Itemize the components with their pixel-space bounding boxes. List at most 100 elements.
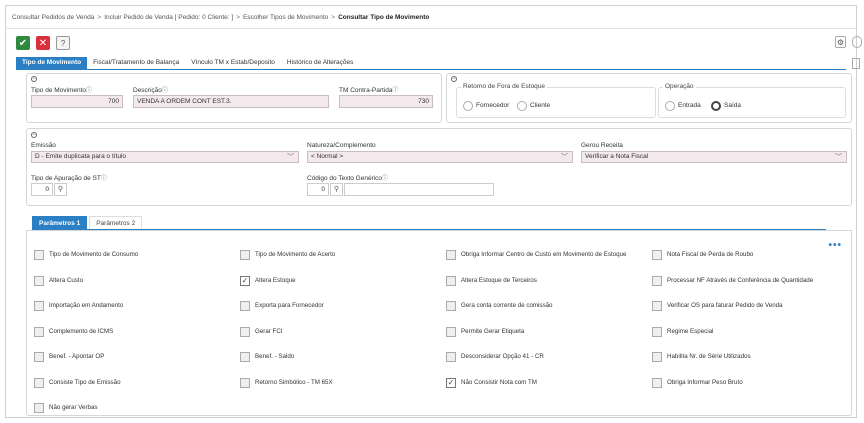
checkbox[interactable]: ✓ <box>240 275 250 286</box>
breadcrumb-current: Consultar Tipo de Movimento <box>338 14 430 21</box>
retorno-operacao-panel: − Retorno de Fora de Estoque Fornecedor … <box>446 73 852 123</box>
checkbox-label: Permite Gerar Etiqueta <box>461 327 525 335</box>
checkbox-label: Complemento de ICMS <box>49 327 114 335</box>
checkbox[interactable] <box>34 377 44 388</box>
checkbox[interactable] <box>652 301 662 311</box>
checkbox-label: Nota Fiscal de Perda de Roubo <box>667 251 754 258</box>
checkbox-label: Altera Estoque <box>255 276 296 284</box>
checkbox[interactable] <box>240 250 250 260</box>
tipo-apuracao-input[interactable]: 0 <box>31 183 53 196</box>
checkbox-label: Importação em Andamento <box>49 302 124 309</box>
tab-fiscal-tratamento-balanca[interactable]: Fiscal/Tratamento de Balança <box>87 57 185 69</box>
radio-saida-label: Saída <box>724 102 741 109</box>
checkbox[interactable] <box>446 275 456 286</box>
info-icon: ⓘ <box>382 176 389 182</box>
codigo-texto-input[interactable]: 0 <box>307 183 329 196</box>
check-icon: ✔ <box>18 37 28 49</box>
collapse-icon[interactable]: − <box>31 132 37 138</box>
natureza-select[interactable]: < Normal > ﹀ <box>307 151 573 163</box>
gerou-receita-label: Gerou Receita <box>581 142 623 149</box>
confirm-button[interactable]: ✔ <box>16 36 30 50</box>
breadcrumb-item-consultar-pedidos[interactable]: Consultar Pedidos de Venda <box>12 14 94 21</box>
checkbox[interactable] <box>652 275 662 286</box>
tipo-movimento-input[interactable]: 700 <box>31 95 123 108</box>
gerou-receita-select[interactable]: Verificar a Nota Fiscal ﹀ <box>581 151 847 163</box>
operacao-legend: Operação <box>663 83 696 90</box>
tab-parametros-2[interactable]: Parâmetros 2 <box>89 216 143 229</box>
checkbox[interactable] <box>652 377 662 388</box>
settings-button[interactable]: ⚙ <box>835 36 846 48</box>
radio-fornecedor-label: Fornecedor <box>476 102 510 109</box>
checkbox[interactable] <box>240 352 250 362</box>
cancel-button[interactable]: ✕ <box>36 36 50 50</box>
side-toggle-button[interactable] <box>852 36 862 48</box>
radio-cliente[interactable] <box>517 101 527 111</box>
breadcrumb-item-incluir-pedido[interactable]: Incluir Pedido de Venda [ Pedido: 0 Clie… <box>104 14 233 21</box>
checkbox[interactable] <box>34 301 44 311</box>
checkbox[interactable] <box>34 326 44 337</box>
radio-entrada[interactable] <box>665 101 675 111</box>
checkbox[interactable] <box>652 250 662 260</box>
checkbox[interactable]: ✓ <box>446 377 456 388</box>
breadcrumb-separator: > <box>97 14 102 21</box>
checkbox[interactable] <box>240 301 250 311</box>
header-divider <box>6 28 856 29</box>
codigo-texto-search-button[interactable]: ⚲ <box>330 183 343 196</box>
checkbox-label: Gera conta corrente de comissão <box>461 302 553 309</box>
checkbox-label: Tipo de Movimento de Consumo <box>49 251 139 258</box>
checkbox[interactable] <box>34 352 44 362</box>
help-button[interactable]: ? <box>56 36 70 50</box>
info-icon: ⓘ <box>161 88 168 94</box>
chevron-down-icon: ﹀ <box>287 154 294 161</box>
checkbox-label: Benef. - Saldo <box>255 353 295 360</box>
info-icon: ⓘ <box>392 88 399 94</box>
breadcrumb-separator: > <box>236 14 241 21</box>
breadcrumb-separator: > <box>331 14 336 21</box>
gear-icon: ⚙ <box>836 37 845 47</box>
emissao-value: D - Emite duplicata para o título <box>35 153 127 160</box>
descricao-input[interactable]: VENDA A ORDEM CONT EST.3. <box>133 95 329 108</box>
retorno-estoque-group: Retorno de Fora de Estoque Fornecedor Cl… <box>456 83 656 118</box>
side-panel-button[interactable] <box>852 58 860 69</box>
tabs-underline <box>16 69 846 70</box>
chevron-down-icon: ﹀ <box>561 154 568 161</box>
radio-saida[interactable] <box>711 101 721 111</box>
checkbox[interactable] <box>652 326 662 337</box>
main-tabs: Tipo de Movimento Fiscal/Tratamento de B… <box>16 57 359 69</box>
checkbox[interactable] <box>34 250 44 260</box>
search-icon: ⚲ <box>333 186 340 193</box>
checkbox[interactable] <box>446 250 456 260</box>
emissao-select[interactable]: D - Emite duplicata para o título ﹀ <box>31 151 299 163</box>
codigo-texto-description <box>344 183 494 196</box>
tab-vinculo-tm-estab[interactable]: Vínculo TM x Estab/Deposito <box>185 57 281 69</box>
checkbox-label: Altera Custo <box>49 276 84 284</box>
tm-contra-partida-input[interactable]: 730 <box>339 95 433 108</box>
checkbox[interactable] <box>446 352 456 362</box>
tab-tipo-de-movimento[interactable]: Tipo de Movimento <box>16 57 88 69</box>
checkbox[interactable] <box>34 403 44 413</box>
tipo-apuracao-search-button[interactable]: ⚲ <box>54 183 67 196</box>
checkbox[interactable] <box>652 352 662 362</box>
checkbox[interactable] <box>34 275 44 286</box>
tab-historico-alteracoes[interactable]: Histórico de Alterações <box>281 57 359 69</box>
collapse-icon[interactable]: − <box>31 76 37 82</box>
radio-fornecedor[interactable] <box>463 101 473 111</box>
collapse-icon[interactable]: − <box>451 76 457 82</box>
search-icon: ⚲ <box>57 186 64 193</box>
radio-entrada-label: Entrada <box>678 102 701 109</box>
tab-parametros-1[interactable]: Parâmetros 1 <box>32 216 88 229</box>
emissao-panel: − Emissão D - Emite duplicata para o tít… <box>26 128 852 206</box>
info-icon: ⓘ <box>86 88 93 94</box>
breadcrumb-item-escolher-tipos[interactable]: Escolher Tipos de Movimento <box>243 14 328 21</box>
natureza-label: Natureza/Complemento <box>307 142 376 149</box>
checkbox[interactable] <box>240 377 250 388</box>
checkbox[interactable] <box>446 326 456 337</box>
close-icon: ✕ <box>38 37 48 49</box>
checkbox-label: Exporta para Fornecedor <box>255 302 324 309</box>
more-options-button[interactable]: ••• <box>828 240 842 251</box>
checkbox[interactable] <box>240 326 250 337</box>
checkbox-label: Desconsiderar Opção 41 - CR <box>461 353 544 360</box>
checkbox-label: Benef. - Apontar OP <box>49 353 105 360</box>
checkbox[interactable] <box>446 301 456 311</box>
radio-cliente-label: Cliente <box>530 102 551 109</box>
